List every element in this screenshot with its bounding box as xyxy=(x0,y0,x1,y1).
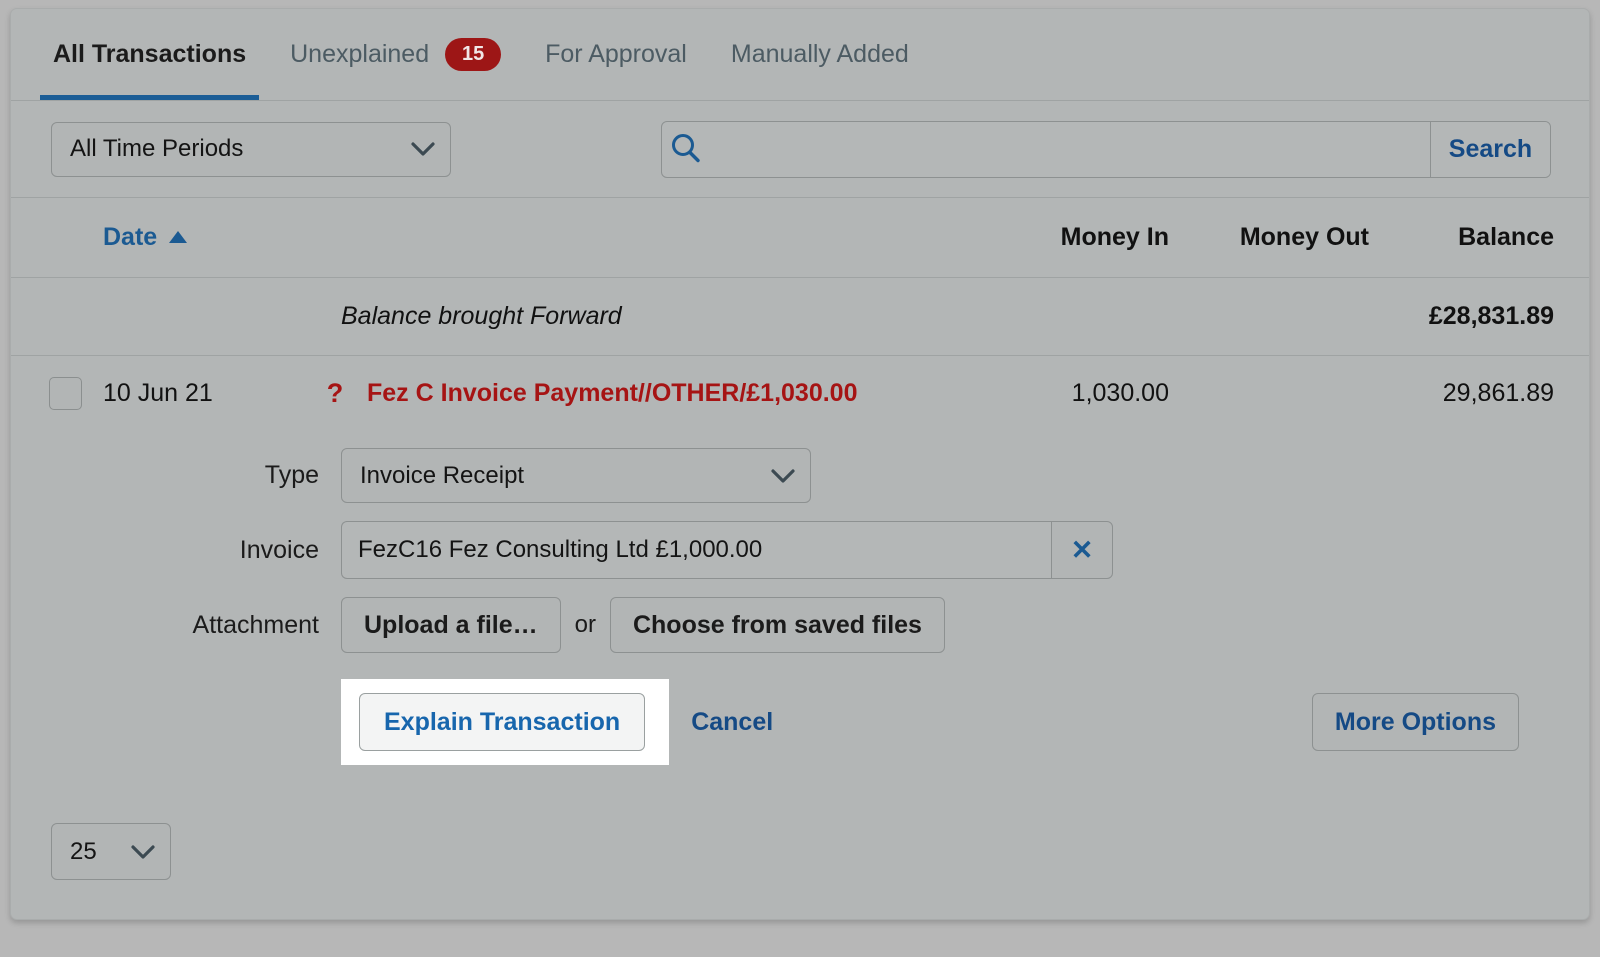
tab-manually-added-label: Manually Added xyxy=(731,40,909,69)
explain-transaction-highlight: Explain Transaction xyxy=(341,679,669,765)
tab-for-approval[interactable]: For Approval xyxy=(523,9,709,100)
cancel-link[interactable]: Cancel xyxy=(691,708,773,737)
balance-brought-forward-label: Balance brought Forward xyxy=(11,302,1369,331)
balance-brought-forward-row: Balance brought Forward £28,831.89 xyxy=(11,278,1589,356)
tab-manually-added[interactable]: Manually Added xyxy=(709,9,931,100)
row-money-in: 1,030.00 xyxy=(969,379,1169,408)
or-separator: or xyxy=(575,611,596,639)
unexplained-question-icon: ? xyxy=(311,378,359,409)
row-checkbox[interactable] xyxy=(49,377,82,410)
tab-all-transactions-label: All Transactions xyxy=(53,40,246,69)
tab-unexplained[interactable]: Unexplained 15 xyxy=(268,9,523,100)
more-options-button[interactable]: More Options xyxy=(1312,693,1519,751)
table-row[interactable]: 10 Jun 21 ? Fez C Invoice Payment//OTHER… xyxy=(11,356,1589,430)
row-select-cell xyxy=(11,377,103,410)
transactions-panel: All Transactions Unexplained 15 For Appr… xyxy=(10,8,1590,920)
type-row: Type Invoice Receipt xyxy=(11,448,1589,503)
search-bar: Search xyxy=(661,121,1551,178)
type-value: Invoice Receipt xyxy=(342,462,542,490)
row-balance: 29,861.89 xyxy=(1369,379,1589,408)
table-header-row: Date Money In Money Out Balance xyxy=(11,198,1589,278)
column-header-money-out[interactable]: Money Out xyxy=(1169,223,1369,252)
attachment-label: Attachment xyxy=(11,611,341,640)
search-icon xyxy=(662,122,712,177)
chevron-down-icon xyxy=(128,824,158,879)
tab-all-transactions[interactable]: All Transactions xyxy=(31,9,268,100)
tab-bar: All Transactions Unexplained 15 For Appr… xyxy=(11,9,1589,101)
search-input[interactable] xyxy=(712,122,1430,177)
table-footer: 25 xyxy=(11,784,1589,919)
invoice-row: Invoice FezC16 Fez Consulting Ltd £1,000… xyxy=(11,521,1589,579)
chevron-down-icon xyxy=(768,449,798,502)
form-actions: Explain Transaction Cancel More Options xyxy=(11,679,1589,765)
screen: All Transactions Unexplained 15 For Appr… xyxy=(0,0,1600,957)
tab-unexplained-label: Unexplained xyxy=(290,40,429,69)
column-header-date[interactable]: Date xyxy=(11,223,311,252)
type-select[interactable]: Invoice Receipt xyxy=(341,448,811,503)
column-header-balance[interactable]: Balance xyxy=(1369,223,1589,252)
row-description[interactable]: Fez C Invoice Payment//OTHER/£1,030.00 xyxy=(359,379,969,408)
rows-per-page-value: 25 xyxy=(52,838,115,866)
invoice-field-group: FezC16 Fez Consulting Ltd £1,000.00 ✕ xyxy=(341,521,1113,579)
explain-transaction-button[interactable]: Explain Transaction xyxy=(359,693,645,751)
upload-file-button[interactable]: Upload a file… xyxy=(341,597,561,653)
row-date: 10 Jun 21 xyxy=(103,379,311,408)
chevron-down-icon xyxy=(408,123,438,176)
time-period-value: All Time Periods xyxy=(52,135,261,163)
column-header-date-label: Date xyxy=(103,223,157,252)
explain-transaction-form: Type Invoice Receipt Invoice FezC16 Fez … xyxy=(11,448,1589,795)
close-icon[interactable]: ✕ xyxy=(1051,521,1113,579)
invoice-label: Invoice xyxy=(11,536,341,565)
balance-brought-forward-value: £28,831.89 xyxy=(1369,302,1589,331)
type-label: Type xyxy=(11,461,341,490)
time-period-select[interactable]: All Time Periods xyxy=(51,122,451,177)
tab-for-approval-label: For Approval xyxy=(545,40,687,69)
unexplained-count-badge: 15 xyxy=(445,38,501,71)
attachment-row: Attachment Upload a file… or Choose from… xyxy=(11,597,1589,653)
invoice-input[interactable]: FezC16 Fez Consulting Ltd £1,000.00 xyxy=(341,521,1051,579)
choose-saved-files-button[interactable]: Choose from saved files xyxy=(610,597,945,653)
search-button[interactable]: Search xyxy=(1430,122,1550,177)
sort-ascending-icon xyxy=(167,223,189,252)
filter-bar: All Time Periods Search xyxy=(11,101,1589,198)
rows-per-page-select[interactable]: 25 xyxy=(51,823,171,880)
column-header-money-in[interactable]: Money In xyxy=(969,223,1169,252)
